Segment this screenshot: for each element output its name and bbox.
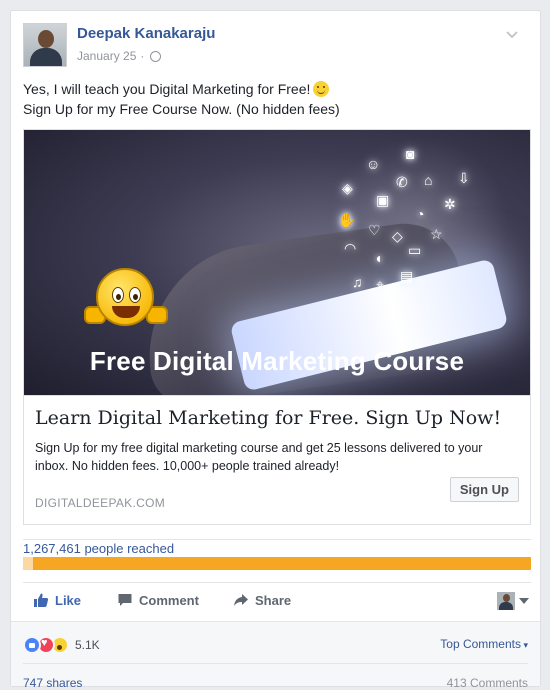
post-footer: 5.1K Top Comments 747 shares 413 Comment… <box>11 621 540 690</box>
reach-bar-organic <box>23 557 34 570</box>
comments-count[interactable]: 413 Comments <box>447 676 528 690</box>
gamepad-icon: ◈ <box>342 180 353 196</box>
share-button[interactable]: Share <box>233 592 291 608</box>
image-caption: Free Digital Marketing Course <box>89 346 465 376</box>
post-text: Yes, I will teach you Digital Marketing … <box>23 79 523 119</box>
home-icon: ⌂ <box>424 172 433 188</box>
phone-call-icon: ✆ <box>396 174 408 190</box>
like-button[interactable]: Like <box>33 592 81 608</box>
post-text-line1: Yes, I will teach you Digital Marketing … <box>23 81 311 97</box>
camera-icon: ◙ <box>406 146 415 162</box>
link-description: Sign Up for my free digital marketing co… <box>35 441 483 473</box>
rss-icon: ◔ <box>416 206 425 222</box>
reach-bar-fill <box>23 557 531 570</box>
thumb-up-icon: ✋ <box>338 212 356 228</box>
smile-emoji-icon <box>313 81 330 97</box>
link-title[interactable]: Learn Digital Marketing for Free. Sign U… <box>35 407 501 429</box>
heart-icon: ♡ <box>368 222 381 238</box>
speaker-icon: ◖ <box>374 250 383 266</box>
like-label: Like <box>55 592 82 608</box>
link-preview-image[interactable]: ☺ ◙ ◈ ✆ ⌂ ⇩ ▣ ◔ ✲ ✋ ♡ ◇ ☆ ◠ ◖ ▭ ♫ ⌖ ▤ Fr… <box>24 130 530 395</box>
people-reached[interactable]: 1,267,461 people reached <box>23 541 174 556</box>
top-comments-dropdown[interactable]: Top Comments <box>440 637 528 651</box>
post-as-selector[interactable] <box>497 592 529 610</box>
date-separator: · <box>140 49 145 63</box>
people-icon: ☺ <box>366 156 381 172</box>
caret-down-icon <box>519 598 529 604</box>
link-preview-text[interactable]: Learn Digital Marketing for Free. Sign U… <box>24 395 530 524</box>
comment-label: Comment <box>139 592 199 608</box>
chat-icon: ▭ <box>408 242 422 258</box>
share-icon <box>234 594 248 606</box>
author-name[interactable]: Deepak Kanakaraju <box>77 25 215 42</box>
shares-count[interactable]: 747 shares <box>23 676 82 690</box>
post-header: Deepak Kanakaraju January 25 · <box>23 23 523 67</box>
trash-icon: ▣ <box>376 192 390 208</box>
like-icon <box>34 593 49 607</box>
viewer-avatar <box>497 592 515 610</box>
grinning-emoji-icon <box>96 268 154 326</box>
comment-icon <box>118 594 132 606</box>
gear-icon: ✲ <box>444 196 456 212</box>
reach-bar[interactable] <box>23 557 531 570</box>
globe-icon[interactable] <box>150 50 162 62</box>
reactions-summary[interactable]: 5.1K <box>23 636 100 654</box>
location-pin-icon: ⌖ <box>376 276 384 292</box>
author-avatar[interactable] <box>23 23 67 67</box>
post-meta: January 25 · <box>77 49 162 63</box>
comment-button[interactable]: Comment <box>117 592 199 608</box>
post-actions: Like Comment Share <box>23 588 531 618</box>
share-label: Share <box>255 592 292 608</box>
link-domain: DIGITALDEEPAK.COM <box>35 496 166 510</box>
music-note-icon: ♫ <box>352 274 363 290</box>
chevron-down-icon[interactable] <box>505 27 519 41</box>
like-reaction-icon <box>23 636 41 654</box>
star-icon: ☆ <box>430 226 443 242</box>
reaction-count[interactable]: 5.1K <box>75 638 100 652</box>
post-date[interactable]: January 25 <box>77 49 136 63</box>
headphones-icon: ◠ <box>344 240 357 256</box>
download-icon: ⇩ <box>458 170 470 186</box>
tag-icon: ◇ <box>392 228 403 244</box>
post-text-line2: Sign Up for my Free Course Now. (No hidd… <box>23 101 340 117</box>
sign-up-button[interactable]: Sign Up <box>449 477 519 502</box>
post-card: Deepak Kanakaraju January 25 · Yes, I wi… <box>10 10 541 690</box>
message-icon: ▤ <box>400 268 414 284</box>
link-preview[interactable]: ☺ ◙ ◈ ✆ ⌂ ⇩ ▣ ◔ ✲ ✋ ♡ ◇ ☆ ◠ ◖ ▭ ♫ ⌖ ▤ Fr… <box>23 129 531 525</box>
